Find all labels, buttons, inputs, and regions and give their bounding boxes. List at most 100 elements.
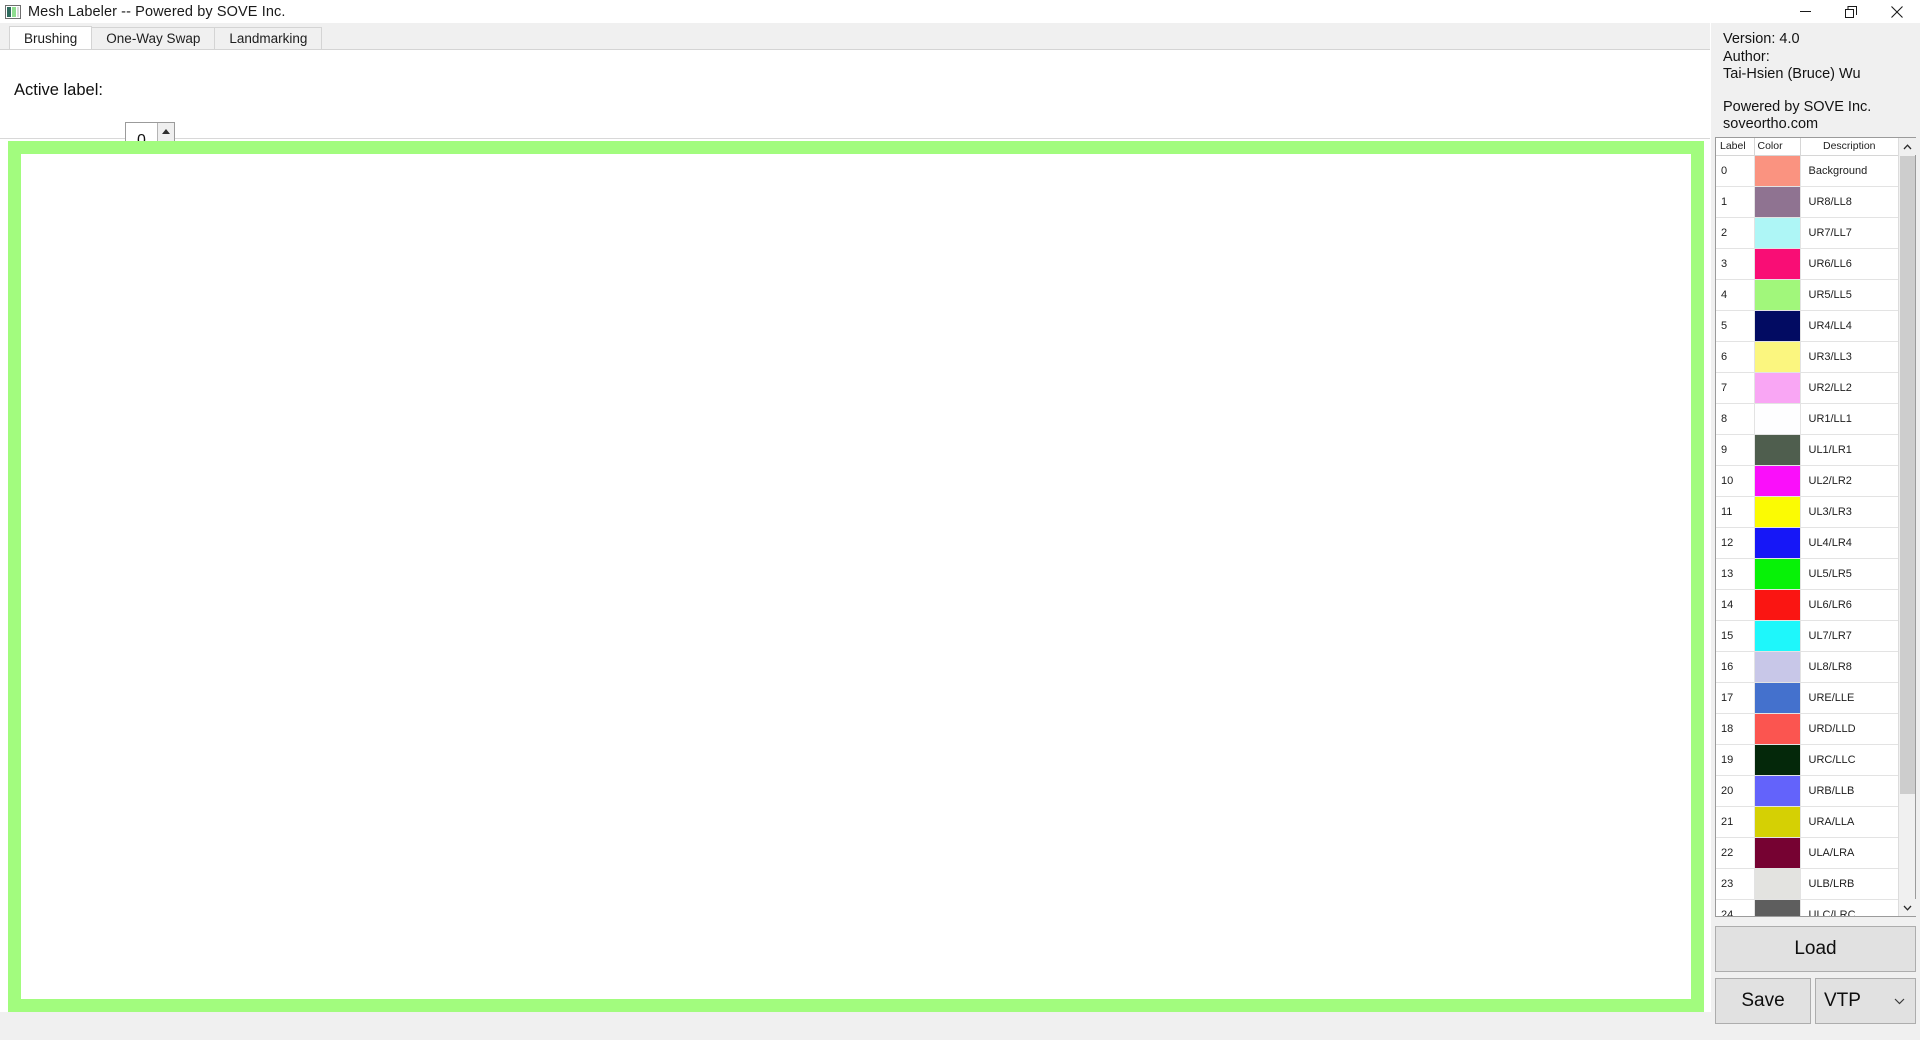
label-table-scrollbar[interactable] <box>1898 138 1916 916</box>
author-name: Tai-Hsien (Bruce) Wu <box>1723 66 1861 82</box>
table-row[interactable]: 10 UL2/LR2 <box>1716 465 1898 497</box>
table-row[interactable]: 24 ULC/LRC <box>1716 899 1898 916</box>
table-row[interactable]: 15 UL7/LR7 <box>1716 620 1898 652</box>
cell-color[interactable] <box>1754 248 1801 280</box>
color-swatch[interactable] <box>1754 248 1800 279</box>
color-swatch[interactable] <box>1754 186 1800 217</box>
table-row[interactable]: 5 UR4/LL4 <box>1716 310 1898 342</box>
color-swatch[interactable] <box>1754 403 1800 434</box>
color-swatch[interactable] <box>1754 372 1800 403</box>
table-row[interactable]: 12 UL4/LR4 <box>1716 527 1898 559</box>
cell-color[interactable] <box>1754 434 1801 466</box>
website-line: soveortho.com <box>1723 116 1819 132</box>
table-row[interactable]: 13 UL5/LR5 <box>1716 558 1898 590</box>
close-button[interactable] <box>1874 0 1920 23</box>
label-table-scroll-area[interactable]: Label Color Description 0 Background 1 UR8/… <box>1716 138 1898 916</box>
color-swatch[interactable] <box>1754 310 1800 341</box>
cell-color[interactable] <box>1754 775 1801 807</box>
table-row[interactable]: 1 UR8/LL8 <box>1716 186 1898 218</box>
cell-color[interactable] <box>1754 558 1801 590</box>
cell-color[interactable] <box>1754 465 1801 497</box>
label-table[interactable]: Label Color Description 0 Background 1 UR8/… <box>1715 137 1916 917</box>
table-row[interactable]: 4 UR5/LL5 <box>1716 279 1898 311</box>
tab-landmarking[interactable]: Landmarking <box>214 27 323 49</box>
color-swatch[interactable] <box>1754 496 1800 527</box>
table-row[interactable]: 17 URE/LLE <box>1716 682 1898 714</box>
color-swatch[interactable] <box>1754 620 1800 651</box>
color-swatch[interactable] <box>1754 279 1800 310</box>
file-format-select[interactable]: VTP <box>1815 978 1916 1024</box>
table-row[interactable]: 9 UL1/LR1 <box>1716 434 1898 466</box>
cell-color[interactable] <box>1754 341 1801 373</box>
cell-color[interactable] <box>1754 651 1801 683</box>
cell-color[interactable] <box>1754 837 1801 869</box>
table-row[interactable]: 3 UR6/LL6 <box>1716 248 1898 280</box>
table-row[interactable]: 0 Background <box>1716 155 1898 187</box>
author-caption: Author: <box>1723 48 1770 65</box>
color-swatch[interactable] <box>1754 775 1800 806</box>
cell-color[interactable] <box>1754 620 1801 652</box>
table-row[interactable]: 7 UR2/LL2 <box>1716 372 1898 404</box>
column-header-color[interactable]: Color <box>1754 138 1801 156</box>
color-swatch[interactable] <box>1754 837 1800 868</box>
cell-color[interactable] <box>1754 217 1801 249</box>
cell-color[interactable] <box>1754 372 1801 404</box>
cell-color[interactable] <box>1754 744 1801 776</box>
cell-color[interactable] <box>1754 868 1801 900</box>
table-row[interactable]: 20 URB/LLB <box>1716 775 1898 807</box>
table-row[interactable]: 14 UL6/LR6 <box>1716 589 1898 621</box>
minimize-button[interactable] <box>1782 0 1828 23</box>
cell-color[interactable] <box>1754 682 1801 714</box>
cell-color[interactable] <box>1754 589 1801 621</box>
color-swatch[interactable] <box>1754 899 1800 916</box>
color-swatch[interactable] <box>1754 806 1800 837</box>
table-row[interactable]: 19 URC/LLC <box>1716 744 1898 776</box>
color-swatch[interactable] <box>1754 589 1800 620</box>
mesh-viewport-frame[interactable] <box>8 141 1704 1012</box>
active-label-increment-button[interactable] <box>158 123 174 142</box>
table-row[interactable]: 23 ULB/LRB <box>1716 868 1898 900</box>
cell-color[interactable] <box>1754 403 1801 435</box>
table-row[interactable]: 16 UL8/LR8 <box>1716 651 1898 683</box>
table-row[interactable]: 21 URA/LLA <box>1716 806 1898 838</box>
color-swatch[interactable] <box>1754 434 1800 465</box>
column-header-label[interactable]: Label <box>1716 138 1755 156</box>
color-swatch[interactable] <box>1754 558 1800 589</box>
table-row[interactable]: 6 UR3/LL3 <box>1716 341 1898 373</box>
table-row[interactable]: 8 UR1/LL1 <box>1716 403 1898 435</box>
cell-color[interactable] <box>1754 899 1801 916</box>
cell-color[interactable] <box>1754 155 1801 187</box>
color-swatch[interactable] <box>1754 217 1800 248</box>
scrollbar-thumb[interactable] <box>1900 156 1915 794</box>
tab-one-way-swap[interactable]: One-Way Swap <box>91 27 216 49</box>
cell-color[interactable] <box>1754 496 1801 528</box>
mesh-render-canvas[interactable] <box>21 154 1691 999</box>
column-header-description[interactable]: Description <box>1800 138 1898 156</box>
color-swatch[interactable] <box>1754 868 1800 899</box>
color-swatch[interactable] <box>1754 465 1800 496</box>
color-swatch[interactable] <box>1754 341 1800 372</box>
table-row[interactable]: 2 UR7/LL7 <box>1716 217 1898 249</box>
table-row[interactable]: 18 URD/LLD <box>1716 713 1898 745</box>
maximize-button[interactable] <box>1828 0 1874 23</box>
color-swatch[interactable] <box>1754 744 1800 775</box>
tab-brushing[interactable]: Brushing <box>9 26 93 49</box>
color-swatch[interactable] <box>1754 682 1800 713</box>
cell-color[interactable] <box>1754 806 1801 838</box>
save-button[interactable]: Save <box>1715 978 1811 1024</box>
color-swatch[interactable] <box>1754 527 1800 558</box>
load-button[interactable]: Load <box>1715 926 1916 972</box>
cell-color[interactable] <box>1754 713 1801 745</box>
scroll-down-button[interactable] <box>1899 899 1916 916</box>
cell-color[interactable] <box>1754 186 1801 218</box>
table-row[interactable]: 22 ULA/LRA <box>1716 837 1898 869</box>
color-swatch[interactable] <box>1754 651 1800 682</box>
cell-color[interactable] <box>1754 310 1801 342</box>
cell-color[interactable] <box>1754 279 1801 311</box>
color-swatch[interactable] <box>1754 155 1800 186</box>
scroll-up-button[interactable] <box>1899 138 1916 155</box>
color-swatch[interactable] <box>1754 713 1800 744</box>
table-row[interactable]: 11 UL3/LR3 <box>1716 496 1898 528</box>
tab-strip: Brushing One-Way Swap Landmarking <box>0 23 1710 50</box>
cell-color[interactable] <box>1754 527 1801 559</box>
